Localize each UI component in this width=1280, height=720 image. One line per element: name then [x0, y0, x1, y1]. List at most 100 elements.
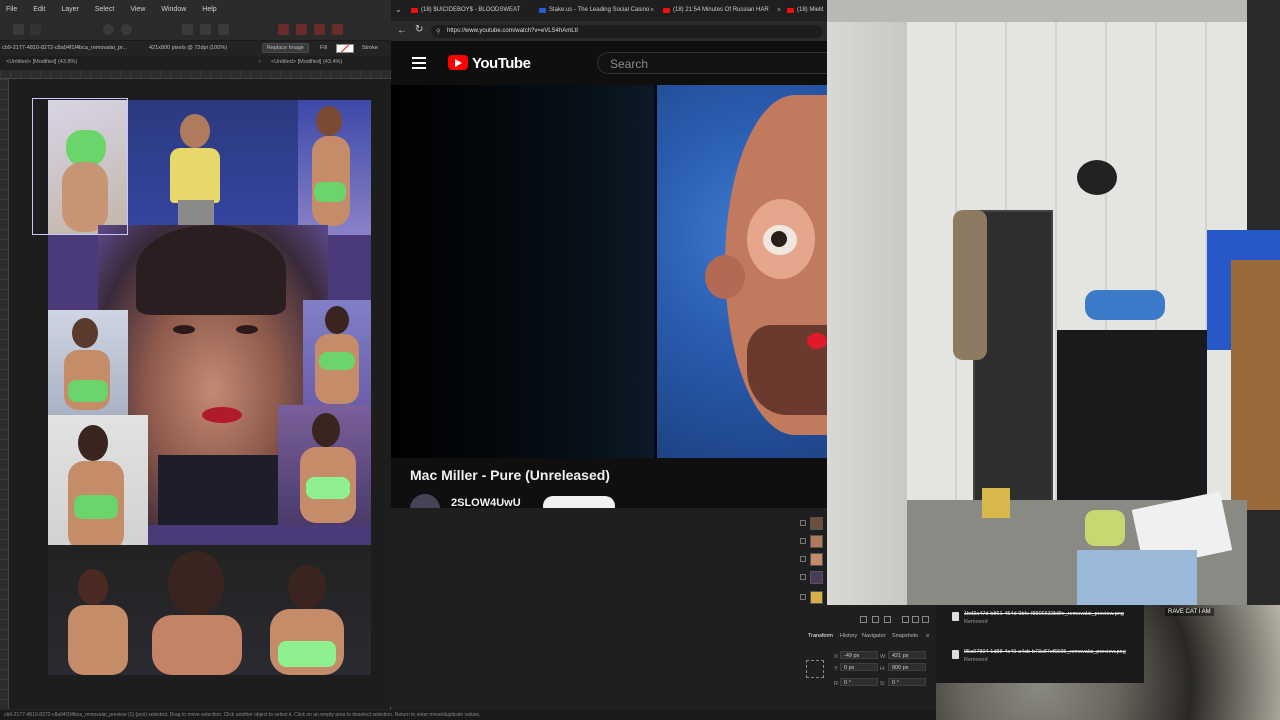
hamburger-menu-icon[interactable]	[412, 57, 426, 69]
close-icon[interactable]: ×	[777, 7, 781, 14]
grid-icon[interactable]	[13, 24, 24, 35]
tab-transform[interactable]: Transform	[808, 633, 833, 639]
layer-visibility-checkbox[interactable]	[800, 520, 806, 526]
panel-tabs: Transform History Navigator Snapshots ≡	[800, 630, 936, 642]
doc-info[interactable]: 421x800 pixels @ 72dpi (100%)	[149, 45, 227, 51]
align-icon[interactable]	[200, 24, 211, 35]
notification-status: Removed	[964, 619, 988, 625]
layer-thumbnail[interactable]	[810, 571, 823, 584]
notification-filename: 95a97804-1d88-4c49-a4cb-b73c87cf5595_rem…	[964, 649, 1126, 655]
tab-label: (18) Mielit	[797, 7, 824, 13]
layer-visibility-checkbox[interactable]	[800, 556, 806, 562]
collage-photo[interactable]	[303, 300, 371, 415]
layer-thumbnail[interactable]	[810, 591, 823, 604]
persona-icon[interactable]	[30, 24, 41, 35]
distribute-icon[interactable]	[218, 24, 229, 35]
collage-photo[interactable]	[48, 545, 371, 675]
menu-view[interactable]: View	[130, 6, 145, 13]
doc-tab-1[interactable]: <Untitled> [Modified] (43.8%)	[6, 59, 77, 65]
browser-tab[interactable]: (18) 21:54 Minutes Of Russian HAR	[661, 3, 781, 19]
notification-item[interactable]: 1bd3a47d-b861-454d-9bfe-f8806533b8fe_rem…	[946, 611, 1136, 625]
channel-name[interactable]: 2SLOW4UwU	[451, 497, 521, 508]
video-title: Mac Miller - Pure (Unreleased)	[410, 467, 610, 483]
reload-icon[interactable]: ↻	[415, 24, 423, 35]
tab-snapshots[interactable]: Snapshots	[892, 633, 918, 639]
replace-image-button[interactable]: Replace Image	[262, 43, 309, 53]
subscribe-button[interactable]	[543, 496, 615, 508]
layer-thumbnail[interactable]	[810, 553, 823, 566]
channel-avatar[interactable]	[410, 494, 440, 508]
x-field[interactable]: -49 px	[840, 651, 878, 659]
youtube-logo-icon[interactable]	[448, 55, 468, 70]
youtube-wordmark[interactable]: YouTube	[472, 55, 531, 72]
fx-icon[interactable]	[884, 616, 891, 623]
tab-label: (18) $UICIDEBOY$ - BLOODSWEAT	[421, 7, 521, 13]
w-field[interactable]: 421 px	[888, 651, 926, 659]
panel-menu-icon[interactable]: ≡	[926, 633, 929, 639]
trash-icon[interactable]	[922, 616, 929, 623]
layer-thumbnail[interactable]	[810, 517, 823, 530]
tab-history[interactable]: History	[840, 633, 857, 639]
group-icon[interactable]	[912, 616, 919, 623]
browser-toolbar: ← ↻ ⚲ https://www.youtube.com/watch?v=eV…	[391, 21, 827, 41]
stroke-label: Stroke	[362, 45, 378, 51]
tab-list-chevron-icon[interactable]: ⌄	[395, 5, 402, 14]
search-input[interactable]: Search	[597, 52, 827, 74]
boolean-xor-icon[interactable]	[332, 24, 343, 35]
adjustment-icon[interactable]	[872, 616, 879, 623]
collage-photo[interactable]	[298, 100, 371, 235]
doc-tab-2[interactable]: <Untitled> [Modified] (43.4%)	[271, 59, 342, 65]
h-field[interactable]: 800 px	[888, 663, 926, 671]
browser-tab[interactable]: Stake.us - The Leading Social Casino	[537, 3, 651, 19]
back-arrow-icon[interactable]: ←	[397, 25, 407, 36]
collage-photo[interactable]	[48, 415, 148, 565]
layer-visibility-checkbox[interactable]	[800, 538, 806, 544]
collage-photo[interactable]	[48, 310, 128, 415]
ruler-vertical	[0, 79, 9, 709]
menu-layer[interactable]: Layer	[61, 6, 79, 13]
tab-label: (18) 21:54 Minutes Of Russian HAR	[673, 7, 769, 13]
boolean-subtract-icon[interactable]	[296, 24, 307, 35]
selected-doc-name: cb9-2177-4810-8272-c8a94f1f4bca_removala…	[2, 45, 128, 51]
layer-thumbnail[interactable]	[810, 535, 823, 548]
video-player[interactable]	[391, 85, 827, 458]
y-field[interactable]: 0 px	[840, 663, 878, 671]
overlay-label: RAVE CAT I AM	[1165, 608, 1214, 616]
address-bar[interactable]: ⚲ https://www.youtube.com/watch?v=eVLS4h…	[431, 25, 823, 38]
mask-icon[interactable]	[902, 616, 909, 623]
fill-swatch[interactable]	[336, 44, 354, 53]
collage-photo[interactable]	[128, 100, 298, 240]
shear-field[interactable]: 0 °	[888, 678, 926, 686]
menu-edit[interactable]: Edit	[33, 6, 45, 13]
boolean-add-icon[interactable]	[278, 24, 289, 35]
youtube-header: YouTube Search	[391, 41, 827, 85]
editor-status-bar: cb9-2177-4810-8272-c8a94f1f4bca_removala…	[0, 710, 790, 720]
menu-window[interactable]: Window	[161, 6, 186, 13]
tab-label: Stake.us - The Leading Social Casino	[549, 7, 650, 13]
menu-file[interactable]: File	[6, 6, 17, 13]
layer-visibility-checkbox[interactable]	[800, 594, 806, 600]
rotation-field[interactable]: 0 °	[840, 678, 878, 686]
close-icon[interactable]: ×	[258, 59, 261, 65]
selection-bounding-box[interactable]	[32, 98, 128, 235]
snap-icon[interactable]	[182, 24, 193, 35]
stake-icon	[539, 8, 546, 13]
close-icon[interactable]: ×	[650, 7, 654, 14]
file-icon	[952, 612, 959, 621]
layer-visibility-checkbox[interactable]	[800, 574, 806, 580]
settings-icon[interactable]	[103, 24, 114, 35]
site-info-icon[interactable]: ⚲	[436, 28, 440, 35]
ruler-horizontal	[0, 70, 391, 79]
menu-help[interactable]: Help	[202, 6, 216, 13]
browser-tab[interactable]: (18) $UICIDEBOY$ - BLOODSWEAT	[409, 3, 539, 19]
boolean-intersect-icon[interactable]	[314, 24, 325, 35]
layer-settings-icon[interactable]	[860, 616, 867, 623]
menu-select[interactable]: Select	[95, 6, 114, 13]
notification-item[interactable]: 95a97804-1d88-4c49-a4cb-b73c87cf5595_rem…	[946, 649, 1136, 663]
gear-icon[interactable]	[121, 24, 132, 35]
collage-photo[interactable]	[278, 405, 371, 525]
transform-panel: X: -49 px W: 421 px Y: 0 px H: 800 px R:…	[800, 646, 936, 696]
tab-navigator[interactable]: Navigator	[862, 633, 886, 639]
anchor-grid-icon[interactable]	[806, 660, 824, 678]
browser-tab[interactable]: (18) Mielit	[785, 3, 827, 19]
